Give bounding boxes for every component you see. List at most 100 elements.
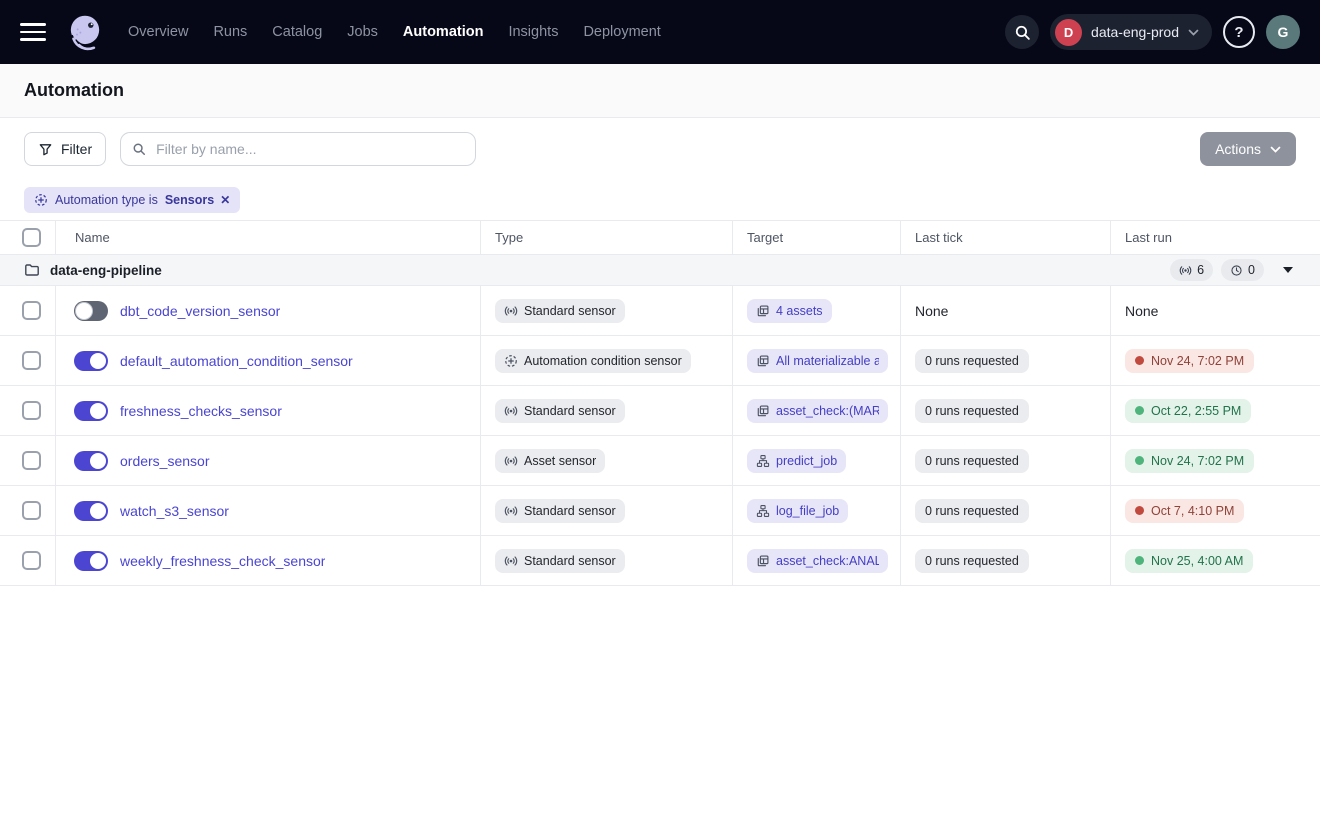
row-last-run-cell: None xyxy=(1111,286,1320,335)
sensor-name-link[interactable]: weekly_freshness_check_sensor xyxy=(120,553,325,569)
row-checkbox[interactable] xyxy=(22,301,41,320)
last-run-value[interactable]: Nov 24, 7:02 PM xyxy=(1125,349,1254,373)
dagster-logo[interactable] xyxy=(64,11,106,53)
nav-link-deployment[interactable]: Deployment xyxy=(583,24,660,40)
row-checkbox[interactable] xyxy=(22,451,41,470)
row-last-tick-cell: 0 runs requested xyxy=(901,336,1111,385)
column-header-last-tick: Last tick xyxy=(901,221,1111,254)
row-target-cell: 4 assets xyxy=(733,286,901,335)
chevron-down-icon xyxy=(1188,29,1199,36)
last-run-value[interactable]: Nov 25, 4:00 AM xyxy=(1125,549,1253,573)
sensor-toggle[interactable] xyxy=(74,551,108,571)
status-dot xyxy=(1135,406,1144,415)
sensor-type-icon xyxy=(504,454,518,468)
row-checkbox-cell xyxy=(0,486,56,535)
row-type-cell: Automation condition sensor xyxy=(481,336,733,385)
sensor-toggle[interactable] xyxy=(74,501,108,521)
row-checkbox-cell xyxy=(0,286,56,335)
filter-button[interactable]: Filter xyxy=(24,132,106,166)
row-checkbox[interactable] xyxy=(22,551,41,570)
help-button[interactable]: ? xyxy=(1223,16,1255,48)
last-tick-value: 0 runs requested xyxy=(915,349,1029,373)
sensor-name-link[interactable]: orders_sensor xyxy=(120,453,210,469)
sensor-name-link[interactable]: default_automation_condition_sensor xyxy=(120,353,353,369)
table-row: default_automation_condition_sensor Auto… xyxy=(0,336,1320,386)
sensor-name-link[interactable]: freshness_checks_sensor xyxy=(120,403,282,419)
last-tick-value: 0 runs requested xyxy=(915,399,1029,423)
workspace-switcher[interactable]: D data-eng-prod xyxy=(1050,14,1212,50)
target-link[interactable]: asset_check:ANALY xyxy=(747,549,888,573)
last-run-value[interactable]: Nov 24, 7:02 PM xyxy=(1125,449,1254,473)
sensor-toggle[interactable] xyxy=(74,451,108,471)
target-link[interactable]: 4 assets xyxy=(747,299,832,323)
folder-icon xyxy=(24,262,40,278)
header-checkbox-cell xyxy=(0,221,56,254)
funnel-icon xyxy=(38,142,53,157)
close-icon[interactable]: ✕ xyxy=(220,193,230,207)
row-name-cell: weekly_freshness_check_sensor xyxy=(56,536,481,585)
last-tick-value: None xyxy=(915,303,948,319)
filter-chip-prefix: Automation type is xyxy=(55,193,158,207)
nav-link-overview[interactable]: Overview xyxy=(128,24,188,40)
last-run-value[interactable]: Oct 7, 4:10 PM xyxy=(1125,499,1244,523)
target-link[interactable]: predict_job xyxy=(747,449,846,473)
row-checkbox[interactable] xyxy=(22,401,41,420)
table-row: orders_sensor Asset sensor predict_job 0… xyxy=(0,436,1320,486)
target-label: asset_check:(MARK xyxy=(776,404,879,418)
row-target-cell: asset_check:ANALY xyxy=(733,536,901,585)
automation-condition-icon xyxy=(504,354,518,368)
caret-down-icon xyxy=(1283,267,1293,273)
nav-link-automation[interactable]: Automation xyxy=(403,24,484,40)
target-label: 4 assets xyxy=(776,304,823,318)
target-label: asset_check:ANALY xyxy=(776,554,879,568)
search-input[interactable] xyxy=(154,140,464,158)
toolbar: Filter Actions xyxy=(0,118,1320,180)
row-checkbox-cell xyxy=(0,336,56,385)
column-header-target: Target xyxy=(733,221,901,254)
last-run-value[interactable]: None xyxy=(1125,299,1158,323)
actions-button[interactable]: Actions xyxy=(1200,132,1296,166)
row-name-cell: default_automation_condition_sensor xyxy=(56,336,481,385)
target-link[interactable]: log_file_job xyxy=(747,499,848,523)
sensor-name-link[interactable]: watch_s3_sensor xyxy=(120,503,229,519)
sensor-name-link[interactable]: dbt_code_version_sensor xyxy=(120,303,280,319)
row-checkbox[interactable] xyxy=(22,501,41,520)
sensor-count: 6 xyxy=(1197,263,1204,277)
filter-chip-automation-type[interactable]: Automation type is Sensors ✕ xyxy=(24,187,240,213)
nav-link-insights[interactable]: Insights xyxy=(508,24,558,40)
nav-link-jobs[interactable]: Jobs xyxy=(347,24,378,40)
row-name-cell: dbt_code_version_sensor xyxy=(56,286,481,335)
hamburger-menu-icon[interactable] xyxy=(20,22,46,42)
workspace-initial-badge: D xyxy=(1055,19,1082,46)
sensor-count-badge: 6 xyxy=(1170,259,1213,281)
table-header: Name Type Target Last tick Last run xyxy=(0,221,1320,255)
sensor-toggle[interactable] xyxy=(74,351,108,371)
toggle-knob xyxy=(90,353,106,369)
table-row: weekly_freshness_check_sensor Standard s… xyxy=(0,536,1320,586)
row-checkbox-cell xyxy=(0,386,56,435)
nav-link-runs[interactable]: Runs xyxy=(213,24,247,40)
sensor-type-icon xyxy=(504,554,518,568)
user-avatar[interactable]: G xyxy=(1266,15,1300,49)
sensor-toggle[interactable] xyxy=(74,301,108,321)
sensor-type-label: Asset sensor xyxy=(524,454,596,468)
sensor-type-tag: Automation condition sensor xyxy=(495,349,691,373)
table-body: dbt_code_version_sensor Standard sensor … xyxy=(0,286,1320,586)
sensor-toggle[interactable] xyxy=(74,401,108,421)
status-dot xyxy=(1135,356,1144,365)
row-type-cell: Standard sensor xyxy=(481,536,733,585)
row-name-cell: freshness_checks_sensor xyxy=(56,386,481,435)
collapse-group-button[interactable] xyxy=(1281,265,1295,275)
sensor-type-icon xyxy=(504,404,518,418)
asset-icon xyxy=(756,404,770,418)
target-link[interactable]: asset_check:(MARK xyxy=(747,399,888,423)
search-button[interactable] xyxy=(1005,15,1039,49)
sensor-type-label: Automation condition sensor xyxy=(524,354,682,368)
select-all-checkbox[interactable] xyxy=(22,228,41,247)
target-link[interactable]: All materializable as xyxy=(747,349,888,373)
last-run-value[interactable]: Oct 22, 2:55 PM xyxy=(1125,399,1251,423)
row-checkbox[interactable] xyxy=(22,351,41,370)
repo-group-row: data-eng-pipeline 6 0 xyxy=(0,255,1320,286)
nav-link-catalog[interactable]: Catalog xyxy=(272,24,322,40)
automation-condition-icon xyxy=(34,193,48,207)
